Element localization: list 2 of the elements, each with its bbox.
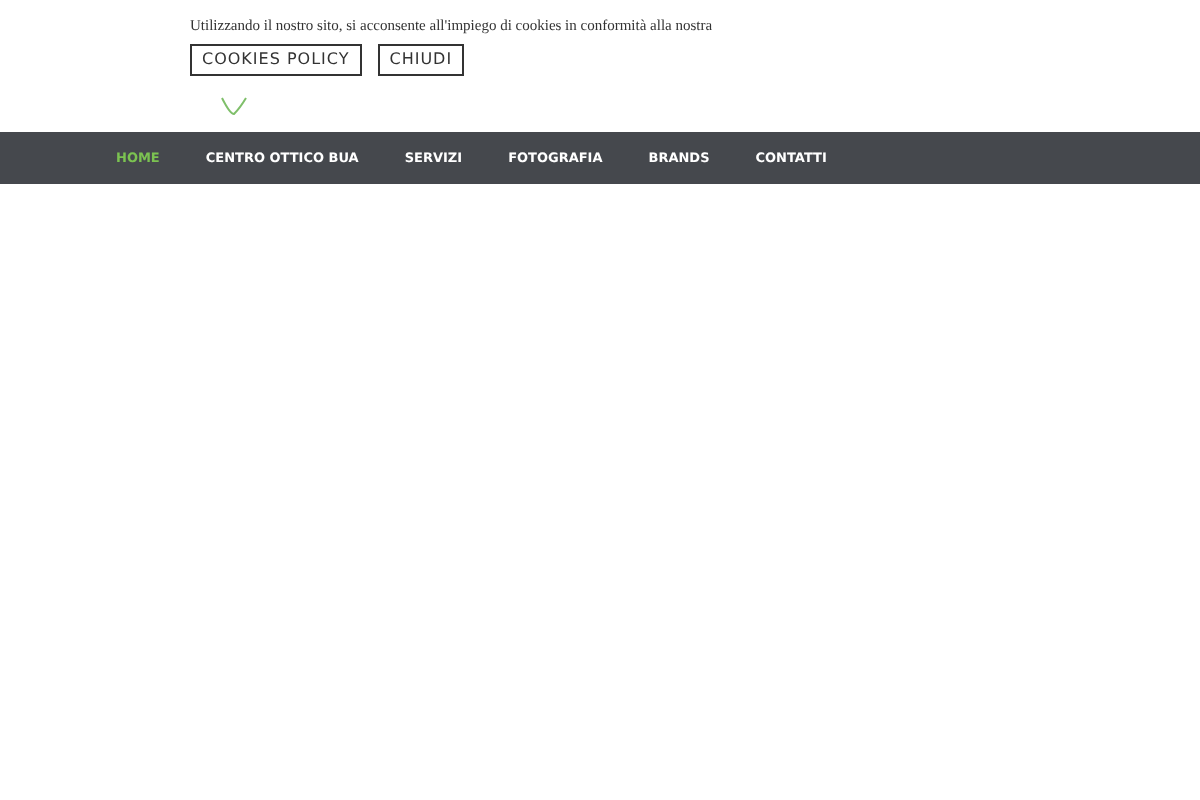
cookie-button[interactable]: CHIUDI	[377, 44, 465, 76]
cookie-button[interactable]: COOKIES POLICY	[190, 44, 362, 76]
